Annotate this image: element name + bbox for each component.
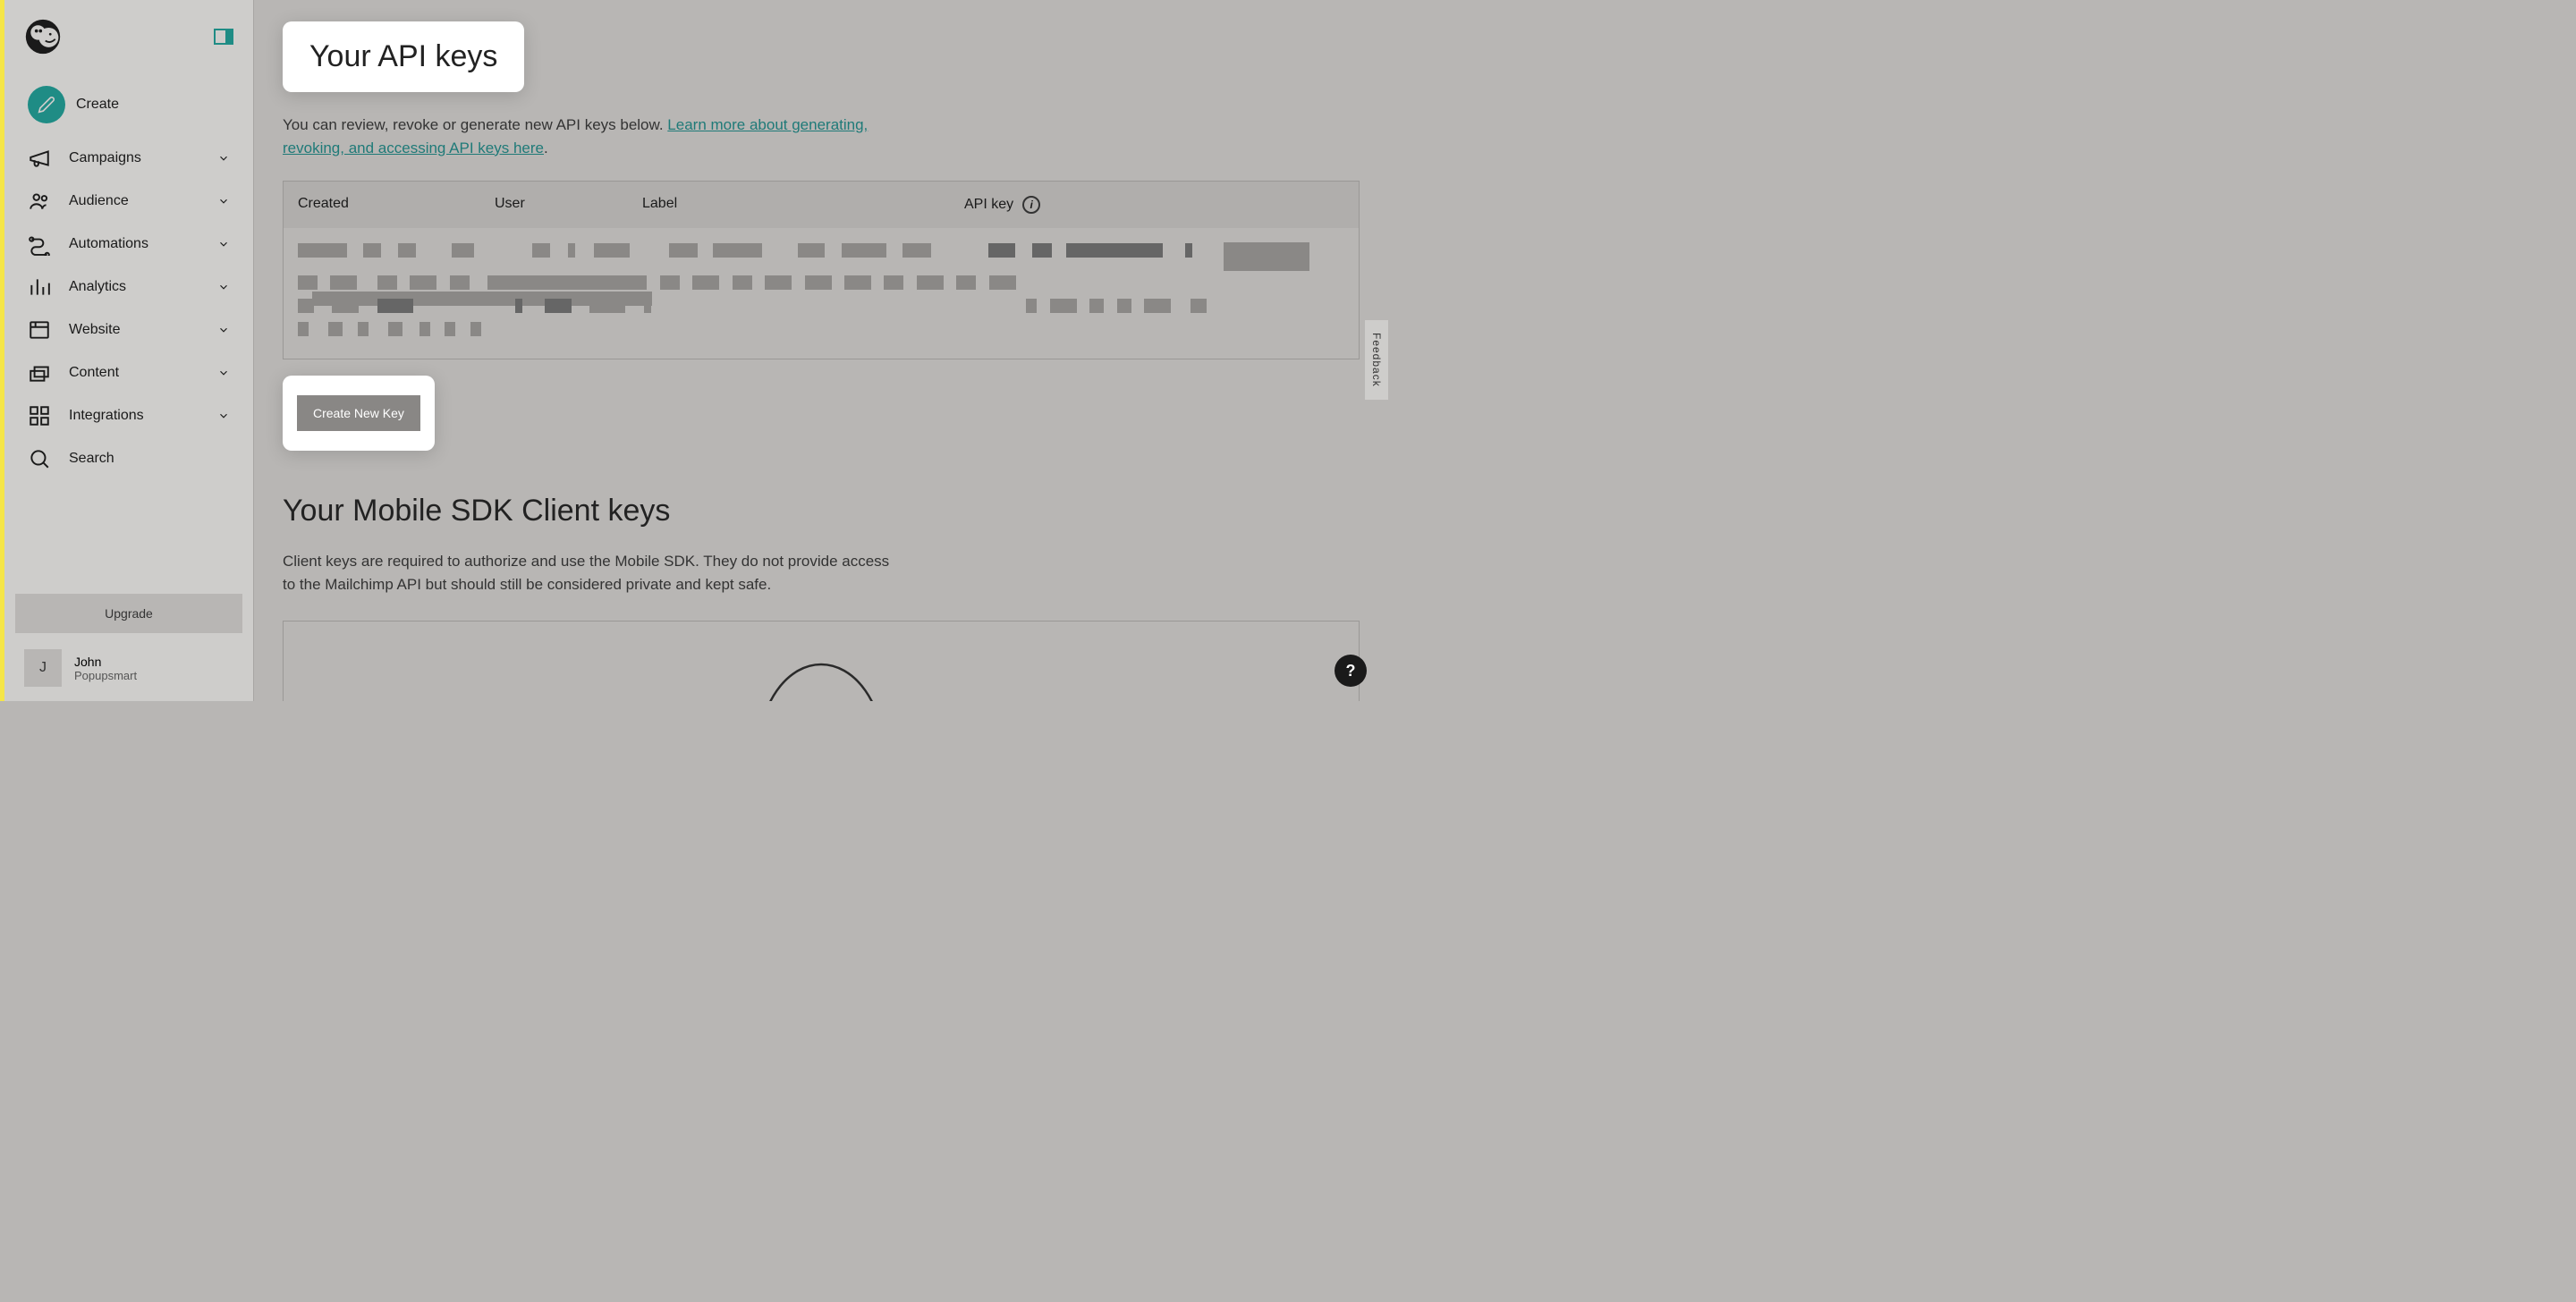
nav-menu: Create Campaigns Audience xyxy=(4,64,253,583)
help-button[interactable]: ? xyxy=(1335,655,1367,687)
create-new-key-button[interactable]: Create New Key xyxy=(297,395,420,431)
info-icon[interactable]: i xyxy=(1022,196,1040,214)
chevron-down-icon xyxy=(217,281,230,293)
browser-icon xyxy=(28,318,51,342)
sidebar: Create Campaigns Audience xyxy=(4,0,254,701)
table-header: Created User Label API key i xyxy=(284,182,1359,228)
create-button[interactable]: Create xyxy=(15,86,242,123)
th-label: Label xyxy=(642,196,964,214)
th-created: Created xyxy=(298,196,495,214)
mailchimp-logo[interactable] xyxy=(24,18,62,55)
chevron-down-icon xyxy=(217,324,230,336)
chevron-down-icon xyxy=(217,410,230,422)
sdk-empty-box xyxy=(283,621,1360,701)
nav-label: Automations xyxy=(69,236,217,252)
nav-label: Integrations xyxy=(69,408,217,424)
grid-icon xyxy=(28,404,51,427)
chevron-down-icon xyxy=(217,152,230,165)
layers-icon xyxy=(28,361,51,385)
sdk-description: Client keys are required to authorize an… xyxy=(283,550,891,596)
chevron-down-icon xyxy=(217,367,230,379)
sidebar-item-automations[interactable]: Automations xyxy=(15,224,242,265)
avatar: J xyxy=(24,649,62,687)
egg-illustration xyxy=(745,655,897,701)
create-key-highlight: Create New Key xyxy=(283,376,435,451)
page-title-highlight: Your API keys xyxy=(283,21,524,92)
user-profile[interactable]: J John Popupsmart xyxy=(15,649,242,687)
nav-label: Create xyxy=(76,97,230,113)
nav-label: Website xyxy=(69,322,217,338)
chevron-down-icon xyxy=(217,238,230,250)
sdk-section-title: Your Mobile SDK Client keys xyxy=(283,494,1360,528)
th-user: User xyxy=(495,196,642,214)
desc-suffix: . xyxy=(544,140,548,156)
megaphone-icon xyxy=(28,147,51,170)
page-title: Your API keys xyxy=(309,39,497,74)
users-icon xyxy=(28,190,51,213)
sidebar-item-website[interactable]: Website xyxy=(15,309,242,351)
th-apikey: API key i xyxy=(964,196,1344,214)
sidebar-item-analytics[interactable]: Analytics xyxy=(15,266,242,308)
table-body xyxy=(284,228,1359,359)
nav-label: Analytics xyxy=(69,279,217,295)
desc-text: You can review, revoke or generate new A… xyxy=(283,116,667,133)
feedback-tab[interactable]: Feedback xyxy=(1365,320,1388,400)
sidebar-item-search[interactable]: Search xyxy=(15,438,242,479)
nav-label: Audience xyxy=(69,193,217,209)
search-icon xyxy=(28,447,51,470)
page-description: You can review, revoke or generate new A… xyxy=(283,114,891,159)
api-keys-table: Created User Label API key i xyxy=(283,181,1360,359)
bar-chart-icon xyxy=(28,275,51,299)
nav-label: Content xyxy=(69,365,217,381)
sidebar-item-integrations[interactable]: Integrations xyxy=(15,395,242,436)
sidebar-toggle-icon[interactable] xyxy=(214,29,233,45)
nav-label: Search xyxy=(69,451,230,467)
upgrade-button[interactable]: Upgrade xyxy=(15,594,242,633)
th-apikey-text: API key xyxy=(964,197,1013,213)
user-org: Popupsmart xyxy=(74,669,137,682)
sidebar-item-content[interactable]: Content xyxy=(15,352,242,393)
user-name: John xyxy=(74,655,137,669)
sidebar-item-campaigns[interactable]: Campaigns xyxy=(15,138,242,179)
sidebar-item-audience[interactable]: Audience xyxy=(15,181,242,222)
pencil-icon xyxy=(28,86,65,123)
chevron-down-icon xyxy=(217,195,230,207)
workflow-icon xyxy=(28,232,51,256)
main-content: Your API keys You can review, revoke or … xyxy=(254,0,1388,701)
nav-label: Campaigns xyxy=(69,150,217,166)
